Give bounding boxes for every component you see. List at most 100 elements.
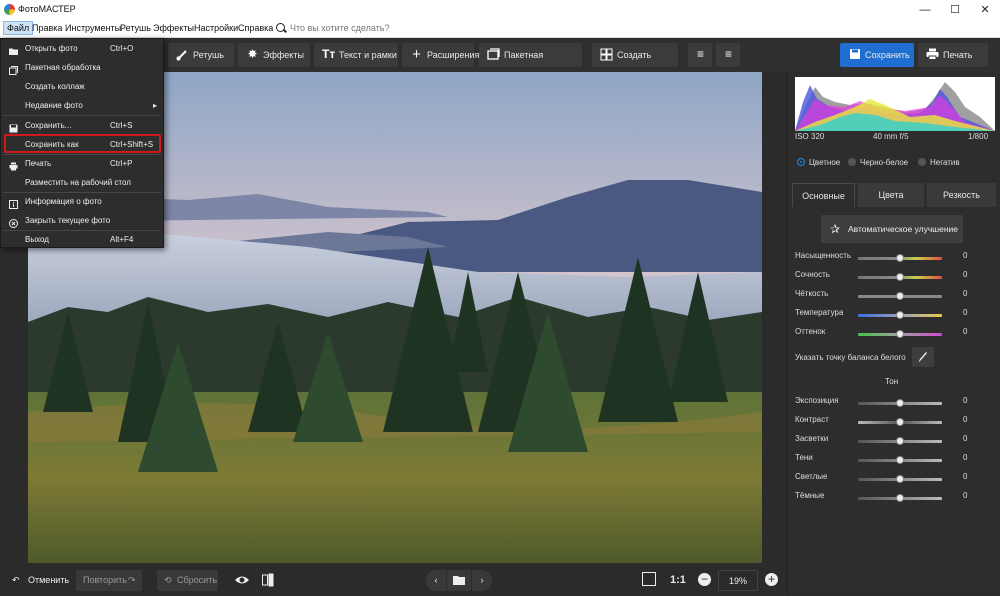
- next-photo-button[interactable]: ›: [472, 570, 492, 591]
- mode-negative-radio[interactable]: Негатив: [918, 158, 960, 167]
- print-button[interactable]: Печать: [918, 43, 988, 67]
- menu-item-desktop[interactable]: Разместить на рабочий стол: [1, 173, 163, 192]
- slider-temperature[interactable]: Температура 0: [795, 308, 995, 322]
- right-panel: ISO 320 40 mm f/5 1/800 Цветное Черно-бе…: [787, 72, 1000, 596]
- magic-wand-icon: ✸: [247, 47, 258, 61]
- tab-sharpness[interactable]: Резкость: [927, 183, 996, 207]
- eyedropper-button[interactable]: [912, 347, 934, 367]
- reset-button[interactable]: ⟲ Сбросить: [157, 570, 218, 591]
- slider-saturation[interactable]: Насыщенность 0: [795, 251, 995, 265]
- menu-item-info[interactable]: Информация о фото: [1, 192, 163, 211]
- print-label: Печать: [943, 50, 973, 60]
- tab-colors[interactable]: Цвета: [858, 183, 924, 207]
- redo-button[interactable]: Повторить ↷: [76, 570, 142, 591]
- window-title: ФотоМАСТЕР: [18, 4, 76, 14]
- slider-knob[interactable]: [896, 494, 904, 502]
- slider-knob[interactable]: [896, 273, 904, 281]
- compare-icon[interactable]: [262, 573, 274, 587]
- save-label: Сохранить: [865, 50, 910, 60]
- compare-remove-button[interactable]: ≡: [716, 43, 740, 67]
- retouch-button[interactable]: Ретушь: [168, 43, 234, 67]
- chevron-left-icon: ‹: [434, 575, 438, 585]
- slider-knob[interactable]: [896, 330, 904, 338]
- slider-knob[interactable]: [896, 399, 904, 407]
- batch-icon: [9, 63, 18, 75]
- undo-icon: ↶: [12, 575, 20, 585]
- collage-icon: [600, 48, 613, 61]
- auto-enhance-button[interactable]: ✰ Автоматическое улучшение: [821, 215, 963, 243]
- batch-button[interactable]: Пакетная обработка: [479, 43, 582, 84]
- folder-button[interactable]: [447, 570, 471, 591]
- extensions-label: Расширения: [427, 50, 480, 60]
- search-icon[interactable]: [276, 23, 285, 32]
- slider-contrast[interactable]: Контраст 0: [795, 415, 995, 429]
- floppy-icon: [848, 48, 861, 61]
- slider-knob[interactable]: [896, 456, 904, 464]
- menu-file[interactable]: Файл: [3, 21, 34, 35]
- minimize-button[interactable]: —: [910, 0, 940, 20]
- compare-settings-button[interactable]: ≡: [688, 43, 712, 67]
- mode-bw-radio[interactable]: Черно-белое: [848, 158, 908, 167]
- slider-shadows[interactable]: Тени 0: [795, 453, 995, 467]
- menu-item-close-photo[interactable]: Закрыть текущее фото: [1, 211, 163, 230]
- extensions-button[interactable]: + Расширения: [402, 43, 479, 67]
- slider-knob[interactable]: [896, 292, 904, 300]
- slider-clarity[interactable]: Чёткость 0: [795, 289, 995, 303]
- collage-button[interactable]: Создать коллаж: [592, 43, 678, 84]
- slider-knob[interactable]: [896, 254, 904, 262]
- fit-screen-icon[interactable]: [642, 572, 656, 586]
- zoom-in-icon[interactable]: +: [765, 573, 778, 586]
- tab-basic[interactable]: Основные: [792, 183, 855, 207]
- zoom-field[interactable]: 19%: [718, 570, 758, 591]
- slider-vibrance[interactable]: Сочность 0: [795, 270, 995, 284]
- save-button[interactable]: Сохранить: [840, 43, 914, 67]
- menu-help[interactable]: Справка: [238, 23, 273, 33]
- menu-bar: Файл Правка Инструменты Ретушь Эффекты Н…: [0, 20, 1000, 38]
- reset-icon: ⟲: [164, 575, 172, 585]
- slider-knob[interactable]: [896, 437, 904, 445]
- batch-icon: [487, 48, 500, 61]
- prev-photo-button[interactable]: ‹: [426, 570, 446, 591]
- menu-item-exit[interactable]: Выход Alt+F4: [1, 230, 163, 249]
- close-button[interactable]: ✕: [970, 0, 1000, 20]
- ratio-button[interactable]: 1:1: [670, 574, 686, 586]
- menu-retouch[interactable]: Ретушь: [120, 23, 151, 33]
- printer-icon: [926, 48, 939, 61]
- menu-item-print[interactable]: Печать Ctrl+P: [1, 154, 163, 173]
- menu-item-open-photo[interactable]: Открыть фото Ctrl+O: [1, 39, 163, 58]
- slider-highlights[interactable]: Засветки 0: [795, 434, 995, 448]
- slider-tint[interactable]: Оттенок 0: [795, 327, 995, 341]
- menu-item-save[interactable]: Сохранить... Ctrl+S: [1, 116, 163, 135]
- menu-item-recent[interactable]: Недавние фото ▸: [1, 96, 163, 115]
- slider-blacks[interactable]: Тёмные 0: [795, 491, 995, 505]
- menu-item-collage[interactable]: Создать коллаж: [1, 77, 163, 96]
- maximize-button[interactable]: ☐: [940, 0, 970, 20]
- folder-icon: [9, 44, 18, 55]
- slider-exposure[interactable]: Экспозиция 0: [795, 396, 995, 410]
- zoom-out-icon[interactable]: −: [698, 573, 711, 586]
- print-icon: [9, 159, 18, 171]
- menu-item-batch[interactable]: Пакетная обработка: [1, 58, 163, 77]
- folder-icon: [453, 576, 465, 587]
- save-as-highlight-box: [4, 134, 161, 153]
- slider-knob[interactable]: [896, 475, 904, 483]
- menu-settings[interactable]: Настройки: [194, 23, 238, 33]
- search-input[interactable]: [290, 23, 450, 33]
- chevron-right-icon: ›: [480, 575, 484, 585]
- slider-knob[interactable]: [896, 418, 904, 426]
- text-frames-button[interactable]: Tт Текст и рамки: [314, 43, 398, 67]
- title-bar: ФотоМАСТЕР — ☐ ✕: [0, 0, 1000, 20]
- effects-button[interactable]: ✸ Эффекты: [238, 43, 310, 67]
- shutter-label: 1/800: [968, 132, 989, 141]
- mode-color-radio[interactable]: Цветное: [797, 158, 840, 167]
- slider-knob[interactable]: [896, 311, 904, 319]
- menu-effects[interactable]: Эффекты: [153, 23, 194, 33]
- undo-button[interactable]: ↶ Отменить: [6, 570, 70, 591]
- retouch-label: Ретушь: [193, 50, 224, 60]
- plus-icon: +: [412, 46, 421, 63]
- slider-whites[interactable]: Светлые 0: [795, 472, 995, 486]
- menu-edit[interactable]: Правка: [32, 23, 62, 33]
- menu-tools[interactable]: Инструменты: [65, 23, 121, 33]
- radio-icon: [918, 158, 926, 166]
- preview-eye-icon[interactable]: [234, 574, 250, 586]
